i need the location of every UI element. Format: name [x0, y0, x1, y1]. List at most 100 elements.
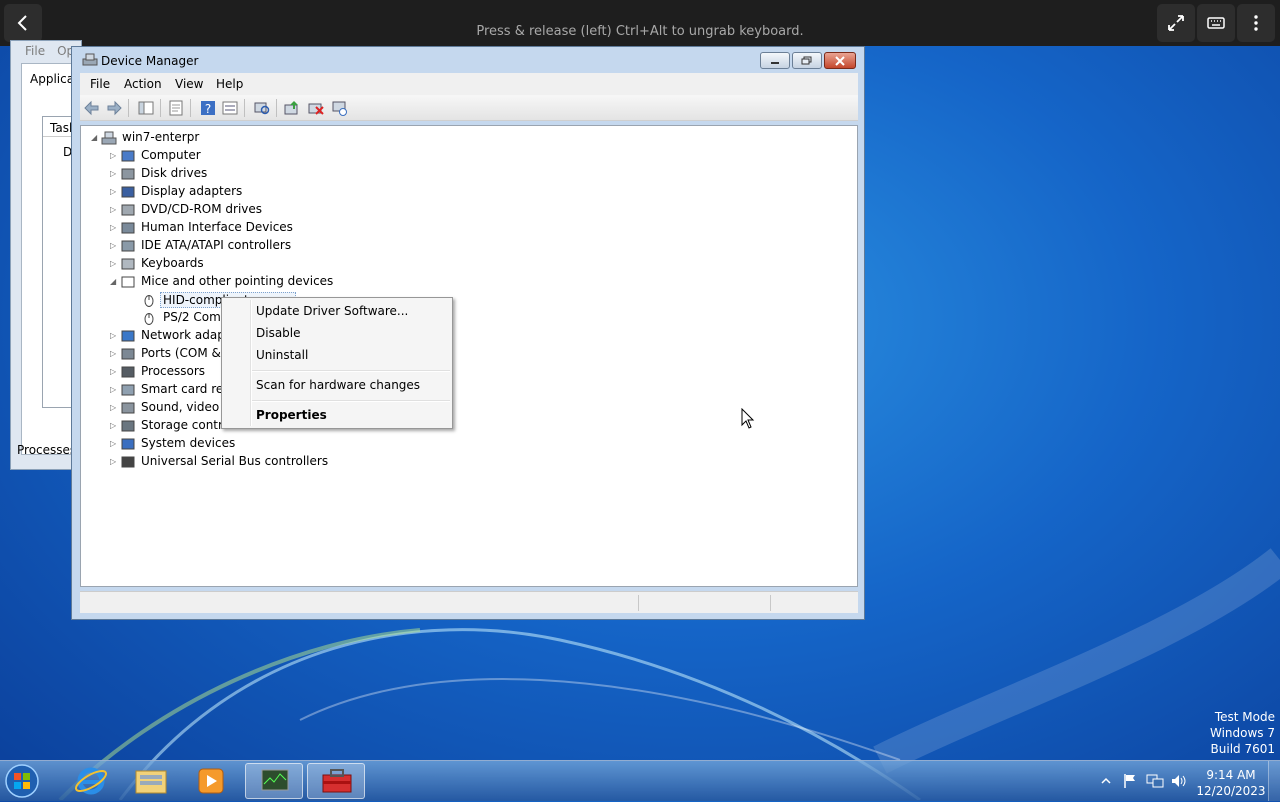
status-bar: [80, 591, 858, 613]
expand-arrow-icon[interactable]: ▷: [110, 367, 118, 377]
toolbar-separator: [276, 99, 277, 117]
start-button[interactable]: [2, 763, 50, 799]
more-options-button[interactable]: [1237, 4, 1275, 42]
collapse-arrow-icon[interactable]: ◢: [91, 133, 99, 143]
storage-icon: [121, 420, 135, 432]
close-button[interactable]: [824, 52, 856, 69]
properties-icon[interactable]: [168, 100, 184, 116]
show-hidden-icons-icon[interactable]: [1100, 775, 1112, 787]
processor-icon: [121, 366, 135, 378]
more-icon: [1254, 15, 1258, 31]
network-icon[interactable]: [1146, 773, 1164, 789]
expand-arrow-icon[interactable]: ▷: [110, 169, 118, 179]
ide-controller-icon: [121, 240, 135, 252]
expand-arrow-icon[interactable]: ▷: [110, 259, 118, 269]
taskbar: 9:14 AM 12/20/2023: [0, 760, 1280, 801]
tree-root-label: win7-enterpr: [122, 130, 200, 144]
help-icon[interactable]: ?: [200, 100, 216, 116]
computer-icon: [121, 150, 135, 162]
tree-category-label: Sound, video a: [141, 400, 231, 414]
back-arrow-icon[interactable]: [84, 100, 100, 116]
watermark-line: Build 7601: [1210, 742, 1275, 756]
menu-item-disable[interactable]: Disable: [256, 326, 301, 340]
taskbar-internet-explorer[interactable]: [62, 763, 120, 799]
expand-arrow-icon[interactable]: ▷: [110, 151, 118, 161]
forward-arrow-icon[interactable]: [106, 100, 122, 116]
watermark-line: Test Mode: [1214, 710, 1275, 724]
context-menu: Update Driver Software... Disable Uninst…: [221, 297, 453, 429]
window-title: Device Manager: [101, 54, 199, 68]
status-divider: [770, 595, 771, 611]
update-driver-icon[interactable]: [284, 100, 300, 116]
menu-item-update-driver[interactable]: Update Driver Software...: [256, 304, 408, 318]
collapse-arrow-icon[interactable]: ◢: [110, 277, 118, 287]
title-bar[interactable]: Device Manager: [72, 47, 864, 73]
test-mode-watermark: Test Mode Windows 7 Build 7601: [1210, 709, 1275, 757]
expand-arrow-icon[interactable]: ▷: [110, 421, 118, 431]
expand-arrow-icon[interactable]: ▷: [110, 403, 118, 413]
device-manager-window[interactable]: Device Manager File Action View Help ? ◢…: [71, 46, 865, 620]
uninstall-icon[interactable]: [308, 100, 324, 116]
menu-file[interactable]: File: [90, 77, 110, 91]
view-icon[interactable]: [222, 100, 238, 116]
restore-icon: [801, 56, 812, 64]
computer-root-icon: [101, 131, 117, 145]
menu-separator: [252, 400, 450, 402]
tree-category-label: DVD/CD-ROM drives: [141, 202, 263, 216]
system-clock[interactable]: 9:14 AM 12/20/2023: [1196, 767, 1266, 799]
expand-arrow-icon[interactable]: ▷: [110, 223, 118, 233]
network-adapter-icon: [121, 330, 135, 342]
tree-category-label: Disk drives: [141, 166, 208, 180]
mouse-icon: [144, 295, 154, 307]
task-row[interactable]: D: [49, 145, 72, 159]
show-desktop-button[interactable]: [1268, 761, 1280, 801]
keyboard-button[interactable]: [1197, 4, 1235, 42]
fullscreen-button[interactable]: [1157, 4, 1195, 42]
sound-icon: [121, 402, 135, 414]
action-center-flag-icon[interactable]: [1122, 773, 1138, 789]
menu-action[interactable]: Action: [124, 77, 162, 91]
tree-category-label: System devices: [141, 436, 236, 450]
taskbar-task-manager[interactable]: [245, 763, 303, 799]
tree-category-label: Ports (COM &: [141, 346, 221, 360]
menu-item-uninstall[interactable]: Uninstall: [256, 348, 308, 362]
expand-arrow-icon[interactable]: ▷: [110, 205, 118, 215]
expand-arrow-icon[interactable]: ▷: [110, 241, 118, 251]
expand-arrow-icon[interactable]: ▷: [110, 457, 118, 467]
menu-view[interactable]: View: [175, 77, 203, 91]
tree-category-label: Human Interface Devices: [141, 220, 293, 234]
console-tree-icon[interactable]: [138, 100, 154, 116]
expand-arrow-icon[interactable]: ▷: [110, 385, 118, 395]
taskbar-device-manager[interactable]: [307, 763, 365, 799]
task-manager-menu-file[interactable]: File: [25, 44, 45, 58]
volume-icon[interactable]: [1170, 773, 1188, 789]
tree-category-label: Mice and other pointing devices: [141, 274, 334, 288]
taskbar-explorer[interactable]: [122, 763, 180, 799]
close-icon: [835, 55, 845, 66]
toolbar-separator: [160, 99, 161, 117]
menu-item-properties[interactable]: Properties: [256, 408, 327, 422]
expand-arrow-icon[interactable]: ▷: [110, 349, 118, 359]
menu-item-scan[interactable]: Scan for hardware changes: [256, 378, 420, 392]
internet-explorer-icon: [74, 767, 108, 795]
taskbar-media-player[interactable]: [182, 763, 240, 799]
disk-drive-icon: [121, 168, 135, 180]
menu-bar: File Action View Help: [80, 73, 858, 95]
device-label: PS/2 Comp: [163, 310, 229, 324]
enable-device-icon[interactable]: [332, 100, 348, 116]
minimize-button[interactable]: [760, 52, 790, 69]
toolbar-separator: [190, 99, 191, 117]
toolbox-icon: [322, 769, 352, 793]
expand-arrow-icon[interactable]: ▷: [110, 439, 118, 449]
tree-category-label: IDE ATA/ATAPI controllers: [141, 238, 292, 252]
menu-help[interactable]: Help: [216, 77, 243, 91]
tab-processes[interactable]: Processes: [17, 443, 76, 457]
device-tree: ◢ win7-enterpr ▷ Computer ▷ Disk drives ▷ Dis…: [80, 125, 858, 587]
expand-arrow-icon[interactable]: ▷: [110, 187, 118, 197]
scan-hardware-icon[interactable]: [254, 100, 270, 116]
menu-separator: [252, 370, 450, 372]
tree-category-label: Display adapters: [141, 184, 243, 198]
maximize-button[interactable]: [792, 52, 822, 69]
tree-category-label: Universal Serial Bus controllers: [141, 454, 329, 468]
expand-arrow-icon[interactable]: ▷: [110, 331, 118, 341]
